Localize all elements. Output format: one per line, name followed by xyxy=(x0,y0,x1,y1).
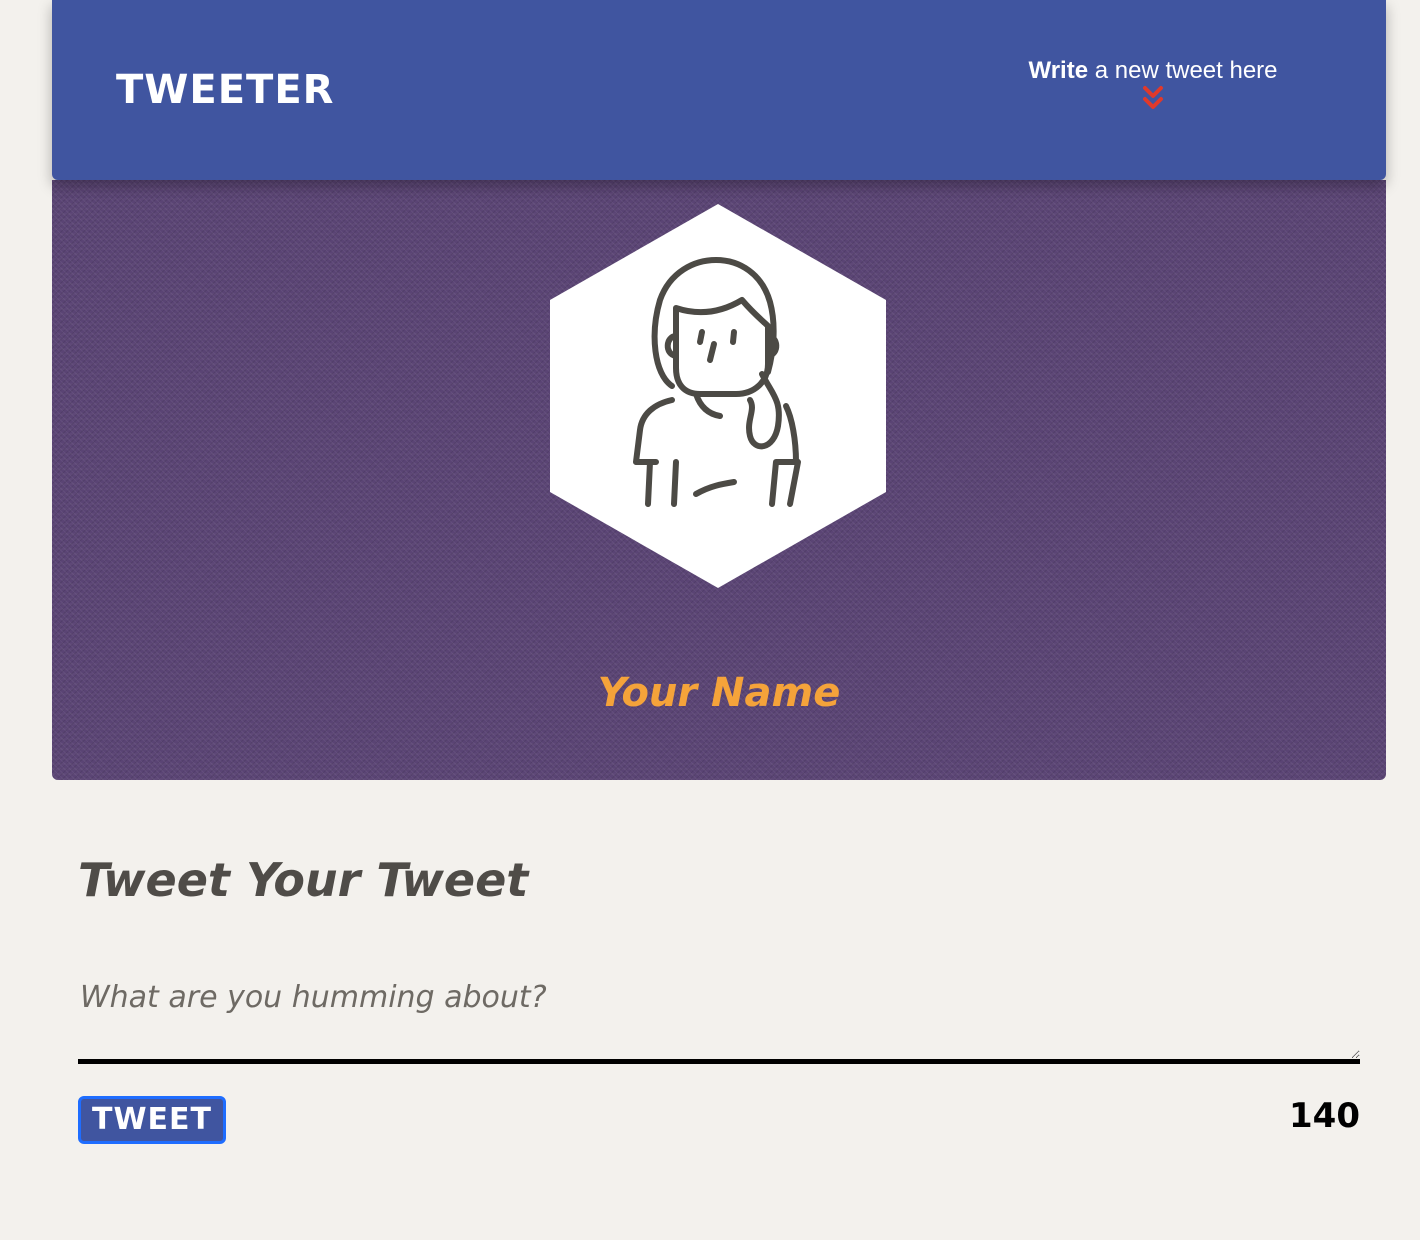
female-user-avatar-icon xyxy=(550,204,886,588)
double-chevron-down-icon xyxy=(1143,86,1163,109)
top-nav: TWEETER Write a new tweet here xyxy=(52,0,1386,180)
tweet-input[interactable] xyxy=(78,966,1360,1064)
tweet-button[interactable]: TWEET xyxy=(78,1096,226,1144)
profile-header: Your Name xyxy=(52,180,1386,780)
compose-section: Tweet Your Tweet TWEET 140 xyxy=(78,840,1360,1160)
compose-toggle-rest: a new tweet here xyxy=(1088,57,1278,84)
compose-toggle-bold: Write xyxy=(1028,57,1089,84)
compose-heading: Tweet Your Tweet xyxy=(78,853,529,907)
profile-name: Your Name xyxy=(597,670,841,716)
compose-toggle-text: Write a new tweet here xyxy=(1012,55,1294,87)
brand-logo[interactable]: TWEETER xyxy=(116,64,334,116)
compose-toggle[interactable]: Write a new tweet here xyxy=(1012,55,1294,113)
character-counter: 140 xyxy=(1289,1096,1360,1136)
